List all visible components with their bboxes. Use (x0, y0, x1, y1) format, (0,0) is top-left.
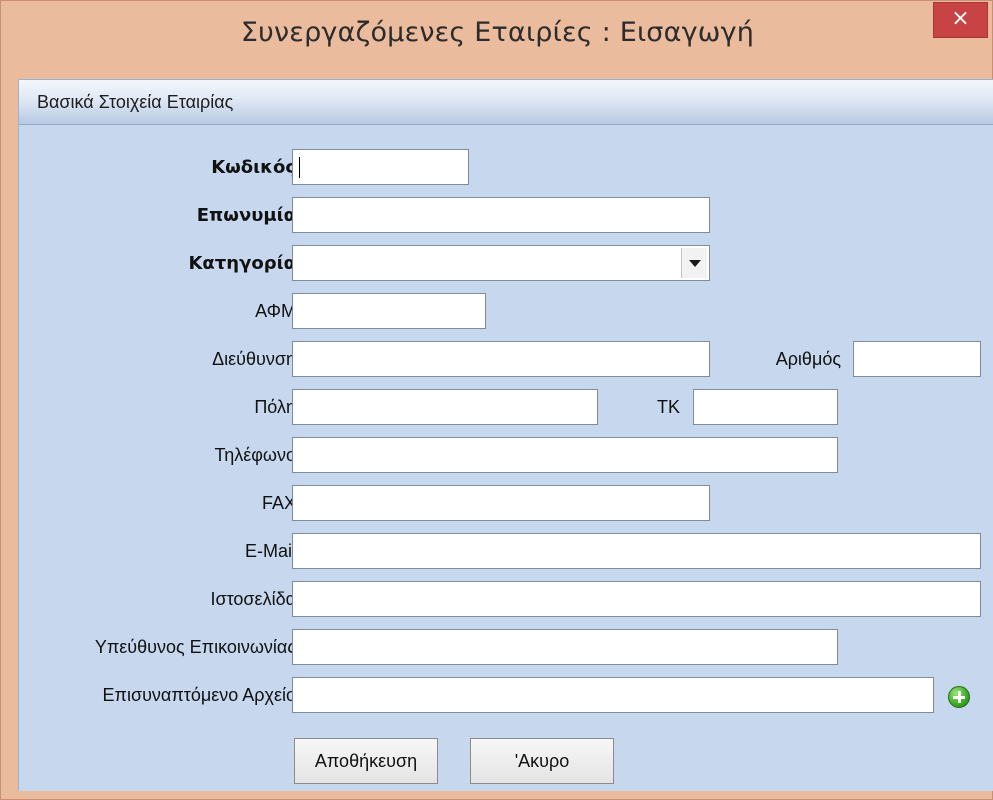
attachment-label: Επισυναπτόμενο Αρχείο (102, 685, 296, 705)
title-bar[interactable]: Συνεργαζόμενες Εταιρίες : Εισαγωγή × (1, 1, 993, 79)
code-input[interactable] (292, 149, 469, 185)
dialog-window: Συνεργαζόμενες Εταιρίες : Εισαγωγή × Βασ… (0, 0, 993, 800)
phone-label: Τηλέφωνο (214, 445, 296, 465)
contact-input[interactable] (292, 629, 838, 665)
name-input[interactable] (292, 197, 710, 233)
city-input[interactable] (292, 389, 598, 425)
chevron-down-icon[interactable] (681, 248, 707, 278)
close-button[interactable]: × (933, 2, 988, 38)
section-title: Βασικά Στοιχεία Εταιρίας (37, 92, 234, 112)
email-label: E-Mail (244, 541, 296, 561)
website-input[interactable] (292, 581, 981, 617)
contact-label: Υπεύθυνος Επικοινωνίας (94, 637, 296, 657)
add-circle-icon[interactable] (948, 686, 970, 708)
address-input[interactable] (292, 341, 710, 377)
fax-input[interactable] (292, 485, 710, 521)
category-label: Κατηγορία (188, 253, 296, 274)
postcode-input[interactable] (693, 389, 838, 425)
address-label: Διεύθυνση (212, 349, 296, 369)
close-icon: × (951, 6, 970, 31)
phone-input[interactable] (292, 437, 838, 473)
fax-label: FAX (261, 493, 296, 513)
number-input[interactable] (853, 341, 981, 377)
text-caret (299, 157, 300, 178)
number-label: Αριθμός (775, 349, 841, 369)
attachment-input[interactable] (292, 677, 934, 713)
city-label: Πόλη (254, 397, 296, 417)
vat-input[interactable] (292, 293, 486, 329)
category-select[interactable] (292, 245, 710, 281)
code-label: Κωδικός (211, 157, 296, 178)
cancel-button[interactable]: 'Ακυρο (470, 738, 614, 784)
vat-label: ΑΦΜ (255, 301, 296, 321)
save-button[interactable]: Αποθήκευση (294, 738, 438, 784)
website-label: Ιστοσελίδα (210, 589, 296, 609)
section-header: Βασικά Στοιχεία Εταιρίας (19, 80, 993, 125)
dialog-body: Βασικά Στοιχεία Εταιρίας Κωδικός Επωνυμί… (18, 79, 993, 791)
postcode-label: ΤΚ (656, 397, 680, 417)
email-input[interactable] (292, 533, 981, 569)
name-label: Επωνυμία (196, 205, 296, 226)
window-title: Συνεργαζόμενες Εταιρίες : Εισαγωγή (240, 17, 755, 48)
